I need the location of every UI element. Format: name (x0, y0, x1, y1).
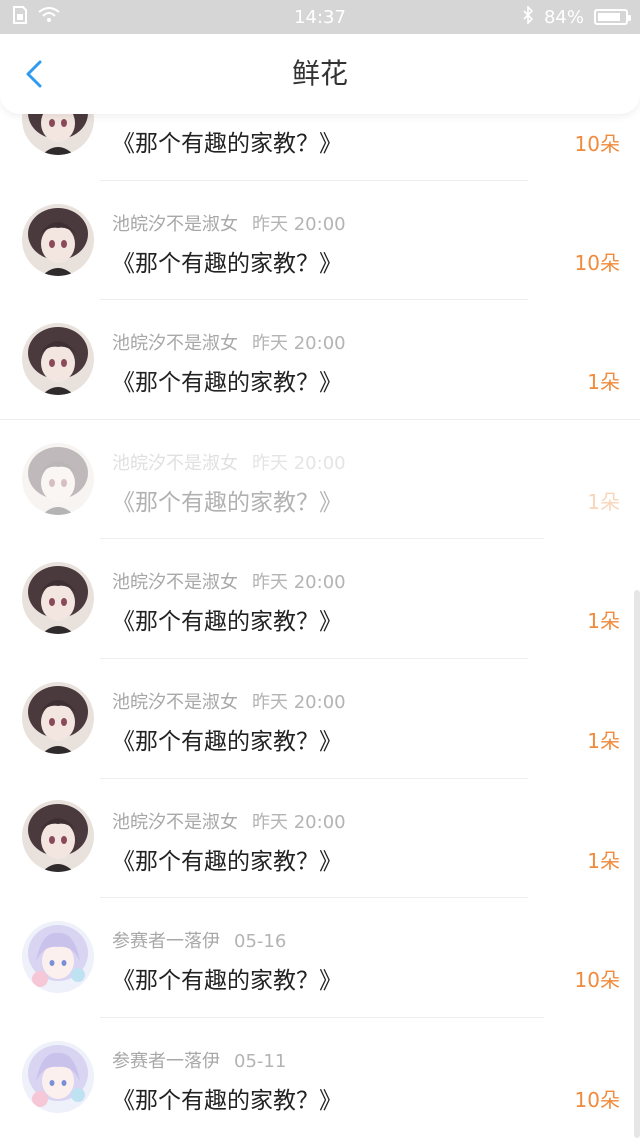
timestamp: 昨天 20:00 (252, 692, 346, 713)
item-meta: 参赛者一落伊 05-16 (112, 927, 286, 953)
user-name[interactable]: 池皖汐不是淑女 (112, 572, 238, 593)
status-right: 84% (522, 4, 631, 29)
novel-title: 《那个有趣的家教？》 (112, 370, 342, 396)
timestamp: 昨天 20:00 (252, 572, 346, 593)
list-item[interactable]: 池皖汐不是淑女 昨天 20:00 《那个有趣的家教？》 1朵 (0, 419, 640, 539)
user-name[interactable]: 池皖汐不是淑女 (112, 812, 238, 833)
novel-title: 《那个有趣的家教？》 (112, 609, 342, 635)
user-name[interactable]: 参赛者一落伊 (112, 931, 220, 952)
flower-count: 10朵 (574, 132, 620, 156)
avatar[interactable] (22, 921, 94, 993)
flower-count: 10朵 (574, 251, 620, 275)
flower-count: 1朵 (587, 729, 620, 753)
list-item[interactable]: 池皖汐不是淑女 昨天 20:00 《那个有趣的家教？》 10朵 (0, 180, 640, 300)
flower-count: 10朵 (574, 968, 620, 992)
flower-count: 1朵 (587, 849, 620, 873)
flower-count: 1朵 (587, 490, 620, 514)
avatar[interactable] (22, 562, 94, 634)
avatar[interactable] (22, 682, 94, 754)
timestamp: 昨天 20:00 (252, 333, 346, 354)
novel-title: 《那个有趣的家教？》 (112, 131, 342, 157)
avatar[interactable] (22, 204, 94, 276)
user-name[interactable]: 池皖汐不是淑女 (112, 453, 238, 474)
timestamp: 昨天 20:00 (252, 453, 346, 474)
timestamp: 05-16 (234, 931, 287, 952)
list-item[interactable]: 参赛者一落伊 05-16 《那个有趣的家教？》 10朵 (0, 897, 640, 1017)
novel-title: 《那个有趣的家教？》 (112, 1088, 342, 1114)
novel-title: 《那个有趣的家教？》 (112, 729, 342, 755)
user-name[interactable]: 参赛者一落伊 (112, 1051, 220, 1072)
status-left (12, 5, 60, 29)
list-item[interactable]: 池皖汐不是淑女 昨天 20:00 《那个有趣的家教？》 1朵 (0, 658, 640, 778)
battery-level (598, 13, 620, 21)
page-title: 鲜花 (291, 57, 348, 90)
item-meta: 池皖汐不是淑女 昨天 20:00 (112, 210, 346, 236)
timestamp: 昨天 20:00 (252, 812, 346, 833)
list-item[interactable]: 池皖汐不是淑女 昨天 20:00 《那个有趣的家教？》 1朵 (0, 538, 640, 658)
avatar[interactable] (22, 323, 94, 395)
item-meta: 池皖汐不是淑女 昨天 20:00 (112, 808, 346, 834)
list-item[interactable]: 池皖汐不是淑女 昨天 20:00 《那个有趣的家教？》 1朵 (0, 778, 640, 898)
list-item[interactable]: 参赛者一落伊 05-11 《那个有趣的家教？》 10朵 (0, 1017, 640, 1137)
novel-title: 《那个有趣的家教？》 (112, 490, 342, 516)
flower-list: 《那个有趣的家教？》 10朵 池皖汐不是淑女 昨天 20:00 《那个有趣的家教？… (0, 0, 640, 1138)
header: 鲜花 (0, 34, 640, 114)
status-bar: 14:37 84% (0, 0, 640, 34)
sim-icon (12, 5, 28, 29)
avatar[interactable] (22, 1041, 94, 1113)
avatar[interactable] (22, 443, 94, 515)
novel-title: 《那个有趣的家教？》 (112, 968, 342, 994)
novel-title: 《那个有趣的家教？》 (112, 251, 342, 277)
user-name[interactable]: 池皖汐不是淑女 (112, 692, 238, 713)
bluetooth-icon (522, 4, 534, 29)
item-meta: 池皖汐不是淑女 昨天 20:00 (112, 688, 346, 714)
item-meta: 参赛者一落伊 05-11 (112, 1047, 286, 1073)
scrollbar[interactable] (634, 590, 640, 1138)
battery-percent: 84% (543, 6, 584, 28)
timestamp: 昨天 20:00 (252, 214, 346, 235)
flower-count: 1朵 (587, 609, 620, 633)
user-name[interactable]: 池皖汐不是淑女 (112, 333, 238, 354)
timestamp: 05-11 (234, 1051, 287, 1072)
item-meta: 池皖汐不是淑女 昨天 20:00 (112, 568, 346, 594)
item-meta: 池皖汐不是淑女 昨天 20:00 (112, 449, 346, 475)
item-meta: 池皖汐不是淑女 昨天 20:00 (112, 329, 346, 355)
battery-icon (594, 9, 631, 25)
novel-title: 《那个有趣的家教？》 (112, 849, 342, 875)
flower-count: 10朵 (574, 1088, 620, 1112)
flower-count: 1朵 (587, 370, 620, 394)
user-name[interactable]: 池皖汐不是淑女 (112, 214, 238, 235)
avatar[interactable] (22, 800, 94, 872)
list-item[interactable]: 池皖汐不是淑女 昨天 20:00 《那个有趣的家教？》 1朵 (0, 299, 640, 419)
wifi-icon (38, 6, 60, 28)
